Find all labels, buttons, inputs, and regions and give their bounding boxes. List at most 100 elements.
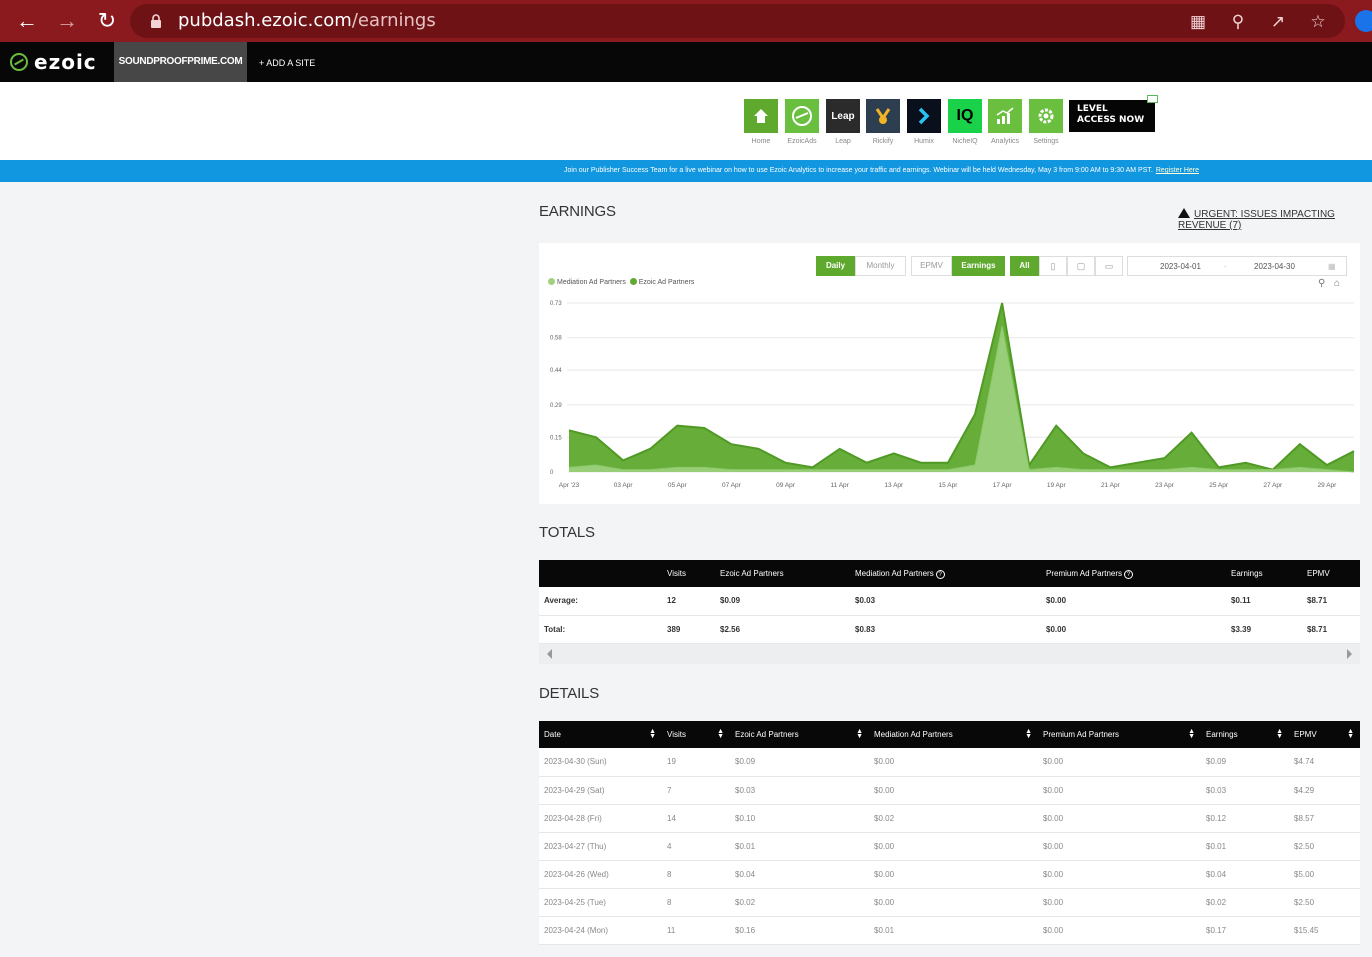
mobile-device-icon[interactable]: ▯ [1039,256,1067,276]
details-cell: $5.00 [1289,860,1360,889]
ezoic-top-nav: ezoic SOUNDPROOFPRIME.COM + ADD A SITE [0,42,1372,82]
details-cell: 2023-04-29 (Sat) [539,776,662,805]
details-cell: 2023-04-26 (Wed) [539,860,662,889]
translate-icon[interactable]: ▦ [1188,12,1208,32]
details-header-3[interactable]: Mediation Ad Partners ▲ ▼ [869,721,1038,748]
x-tick-label: 13 Apr [884,482,904,489]
date-range-picker[interactable]: 2023-04-01 - 2023-04-30 ▦ [1127,256,1347,276]
app-label: Leap [835,138,851,145]
x-tick-label: 25 Apr [1209,482,1229,489]
add-site-link[interactable]: + ADD A SITE [259,42,315,82]
sort-icon[interactable]: ▲ ▼ [1188,728,1195,740]
totals-cell: Total: [539,615,662,644]
urgent-text: URGENT: ISSUES IMPACTING REVENUE (7) [1178,209,1335,231]
zoom-chart-icon[interactable]: ⚲ [1318,278,1325,289]
legend-item[interactable]: Mediation Ad Partners [548,278,626,286]
app-rickify[interactable]: Rickify [866,99,902,145]
details-title: DETAILS [539,685,600,702]
scroll-right-icon[interactable] [1347,649,1352,659]
forward-arrow-icon[interactable]: → [54,8,80,34]
app-launcher: Home EzoicAds Leap Leap Rickify Humix IQ… [0,82,1372,160]
x-tick-label: 23 Apr [1155,482,1175,489]
back-arrow-icon[interactable]: ← [14,8,40,34]
y-tick-label: 0.73 [550,301,562,307]
sort-icon[interactable]: ▲ ▼ [1025,728,1032,740]
app-humix[interactable]: Humix [907,99,943,145]
sort-icon[interactable]: ▲ ▼ [856,728,863,740]
help-icon[interactable]: ? [935,569,945,579]
help-icon[interactable]: ? [1124,569,1134,579]
analytics-icon [988,99,1022,133]
zoom-icon[interactable]: ⚲ [1228,12,1248,32]
details-cell: 8 [662,888,730,917]
humix-icon [907,99,941,133]
sort-icon[interactable]: ▲ ▼ [1276,728,1283,740]
app-analytics[interactable]: Analytics [988,99,1024,145]
x-tick-label: 19 Apr [1047,482,1067,489]
tablet-device-icon[interactable]: ▢ [1067,256,1095,276]
details-header-4[interactable]: Premium Ad Partners ▲ ▼ [1038,721,1201,748]
register-link[interactable]: Register Here [1156,167,1199,174]
details-cell: 4 [662,832,730,861]
legend-item[interactable]: Ezoic Ad Partners [629,278,694,286]
app-ezoicads[interactable]: EzoicAds [785,99,821,145]
details-header-5[interactable]: Earnings ▲ ▼ [1201,721,1289,748]
y-tick-label: 0.58 [550,336,562,342]
monthly-toggle[interactable]: Monthly [855,256,906,276]
details-cell: 19 [662,748,730,777]
announcement-text: Join our Publisher Success Team for a li… [564,167,1153,174]
bookmark-star-icon[interactable]: ☆ [1308,12,1328,32]
totals-header-2: Ezoic Ad Partners [715,560,850,587]
app-label: EzoicAds [787,138,817,145]
details-cell: $0.16 [730,916,869,945]
details-cell: $0.09 [1201,748,1289,777]
details-cell: $0.00 [1038,776,1201,805]
horizontal-scrollbar[interactable] [539,644,1360,664]
sort-icon[interactable]: ▲ ▼ [649,728,656,740]
totals-cell: 12 [662,587,715,616]
urgent-issues-link[interactable]: URGENT: ISSUES IMPACTING REVENUE (7) [1178,208,1372,231]
scroll-left-icon[interactable] [547,649,552,659]
extension-icon[interactable] [1355,10,1372,32]
level-access-button[interactable]: LEVEL ACCESS NOW [1069,100,1155,132]
earnings-area-chart: 0 0.15 0.29 0.44 0.58 0.73 Apr '23 03 Apr 05 Apr… [550,301,1355,489]
ezoic-logo[interactable]: ezoic [10,50,97,74]
details-cell: $0.00 [869,832,1038,861]
details-header-2[interactable]: Ezoic Ad Partners ▲ ▼ [730,721,869,748]
sort-icon[interactable]: ▲ ▼ [1347,728,1354,740]
details-cell: $0.03 [730,776,869,805]
details-cell: $0.01 [1201,832,1289,861]
totals-table: Visits Ezoic Ad Partners Mediation Ad Part… [539,560,1360,644]
mail-icon[interactable] [1147,95,1158,103]
table-row: 2023-04-28 (Fri) 14 $0.10 $0.02 $0.00 $0.12 $8… [539,804,1360,833]
desktop-device-icon[interactable]: ▭ [1095,256,1123,276]
app-leap[interactable]: Leap Leap [826,99,862,145]
earnings-toggle[interactable]: Earnings [952,256,1005,276]
reload-icon[interactable]: ↻ [94,8,120,34]
earnings-title: EARNINGS [539,203,616,220]
table-row: 2023-04-27 (Thu) 4 $0.01 $0.00 $0.00 $0.01 $2.… [539,832,1360,861]
totals-cell: 389 [662,615,715,644]
epmv-toggle[interactable]: EPMV [911,256,952,276]
y-tick-label: 0.44 [550,368,562,374]
share-icon[interactable]: ↗ [1268,12,1288,32]
sort-icon[interactable]: ▲ ▼ [717,728,724,740]
details-cell: $0.02 [730,888,869,917]
details-header-0[interactable]: Date ▲ ▼ [539,721,662,748]
app-nicheiq[interactable]: IQ NicheIQ [948,99,984,145]
leap-tile-text: Leap [831,110,855,122]
site-selector[interactable]: SOUNDPROOFPRIME.COM [114,42,247,82]
details-header-1[interactable]: Visits ▲ ▼ [662,721,730,748]
details-cell: $0.00 [869,860,1038,889]
details-cell: $0.00 [869,748,1038,777]
daily-toggle[interactable]: Daily [816,256,855,276]
all-devices-toggle[interactable]: All [1010,256,1039,276]
details-cell: 7 [662,776,730,805]
app-settings[interactable]: Settings [1029,99,1065,145]
app-home[interactable]: Home [744,99,780,145]
address-bar[interactable]: pubdash.ezoic.com/earnings ▦ ⚲ ↗ ☆ [130,4,1345,38]
details-header-6[interactable]: EPMV ▲ ▼ [1289,721,1360,748]
reset-zoom-home-icon[interactable]: ⌂ [1334,278,1340,289]
totals-header-4: Premium Ad Partners? [1041,560,1226,587]
x-tick-label: 05 Apr [668,482,688,489]
